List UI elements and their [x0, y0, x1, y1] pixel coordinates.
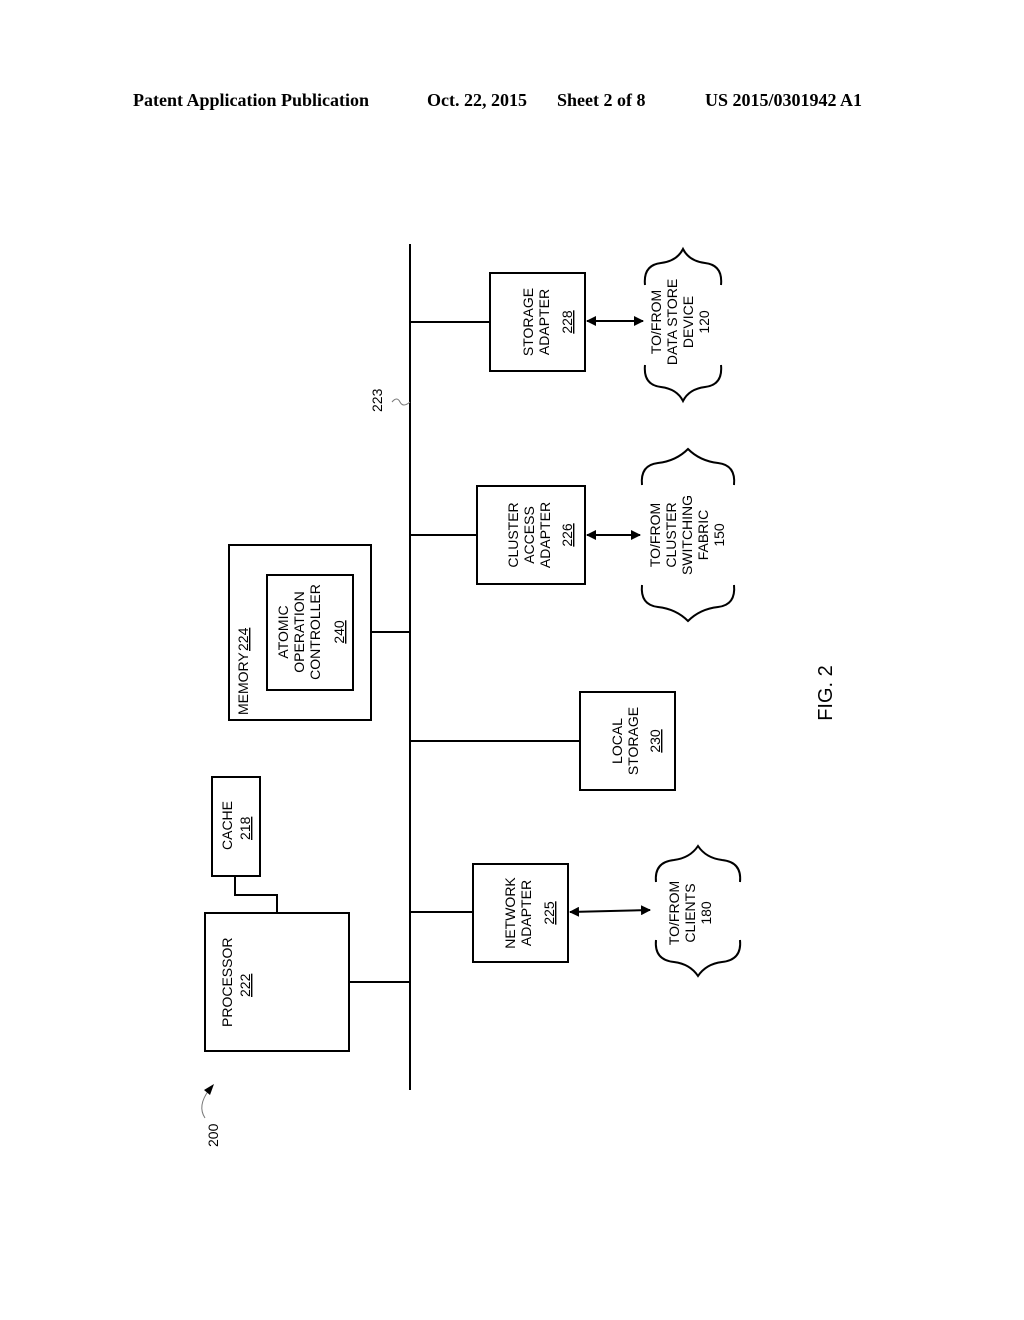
- network-adapter-label-line-2: ADAPTER: [518, 880, 534, 946]
- ref-200-arrowhead: [204, 1084, 214, 1095]
- cache-label: CACHE: [219, 801, 235, 850]
- processor-ref: 222: [237, 973, 253, 997]
- cluster-adapter-label-line-3: ADAPTER: [537, 502, 553, 568]
- data-store-label-line-3: DEVICE: [680, 296, 696, 348]
- clients-brace-top: [654, 844, 742, 883]
- cluster-adapter-label-line-2: ACCESS: [521, 506, 537, 564]
- data-store-label-line-2: DATA STORE: [664, 279, 680, 365]
- controller-label-line-1: ATOMIC: [275, 605, 291, 658]
- cache-processor-link: [234, 876, 278, 913]
- local-storage-label-line-2: STORAGE: [625, 707, 641, 775]
- clients-label-line-3: 180: [698, 901, 714, 925]
- figure-caption: FIG. 2: [815, 665, 837, 721]
- fabric-label-line-4: FABRIC: [695, 510, 711, 561]
- local-storage-label-line-1: LOCAL: [609, 718, 625, 764]
- clients-label-line-1: TO/FROM: [666, 881, 682, 945]
- data-store-brace-top: [643, 246, 723, 286]
- storage-adapter-label-line-2: ADAPTER: [536, 289, 552, 355]
- fabric-label-line-2: CLUSTER: [663, 502, 679, 567]
- cluster-adapter-label-line-1: CLUSTER: [505, 502, 521, 567]
- processor-label: PROCESSOR: [219, 938, 235, 1027]
- bus-leader-line: [391, 398, 411, 406]
- clients-label-line-2: CLIENTS: [682, 883, 698, 942]
- fabric-label-line-1: TO/FROM: [647, 503, 663, 567]
- data-store-label-line-4: 120: [696, 310, 712, 334]
- controller-label-line-3: CONTROLLER: [307, 584, 323, 680]
- network-adapter-label-line-1: NETWORK: [502, 877, 518, 949]
- fabric-brace-bottom: [640, 584, 736, 623]
- clients-arrow: [569, 905, 651, 917]
- fabric-label-line-5: 150: [711, 523, 727, 547]
- cache-ref: 218: [237, 816, 253, 840]
- storage-adapter-label-line-1: STORAGE: [520, 288, 536, 356]
- fabric-label-line-3: SWITCHING: [679, 495, 695, 575]
- fabric-brace-top: [640, 447, 736, 486]
- network-adapter-ref: 225: [541, 901, 557, 925]
- ref-200-leader: [201, 1089, 210, 1119]
- figure-diagram: 223 PROCESSOR 222 CACHE 218 MEMORY 224 A…: [201, 244, 837, 1147]
- local-storage-ref: 230: [647, 729, 663, 753]
- controller-label-line-2: OPERATION: [291, 591, 307, 672]
- controller-ref: 240: [331, 620, 347, 644]
- figure-ref-label: 200: [205, 1123, 221, 1147]
- cluster-adapter-ref: 226: [559, 523, 575, 547]
- data-store-brace-bottom: [643, 364, 723, 404]
- data-store-label-line-1: TO/FROM: [648, 290, 664, 354]
- storage-adapter-ref: 228: [559, 310, 575, 334]
- bus-ref-label: 223: [369, 388, 385, 412]
- memory-label: MEMORY: [235, 652, 251, 715]
- memory-ref: 224: [235, 627, 251, 651]
